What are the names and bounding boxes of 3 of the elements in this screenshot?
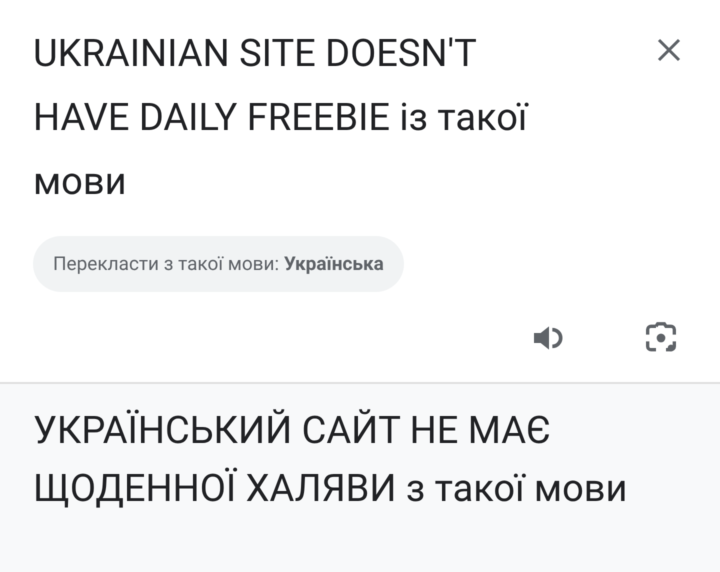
source-text: UKRAINIAN SITE DOESN'T HAVE DAILY FREEBIE із такої мови [33,31,530,206]
detected-language-chip[interactable]: Перекласти з такої мови: Українська [33,236,404,292]
translation-text: УКРАЇНСЬКИЙ САЙТ НЕ МАЄ ЩОДЕННОЇ ХАЛЯВИ з такої мови [33,408,628,513]
